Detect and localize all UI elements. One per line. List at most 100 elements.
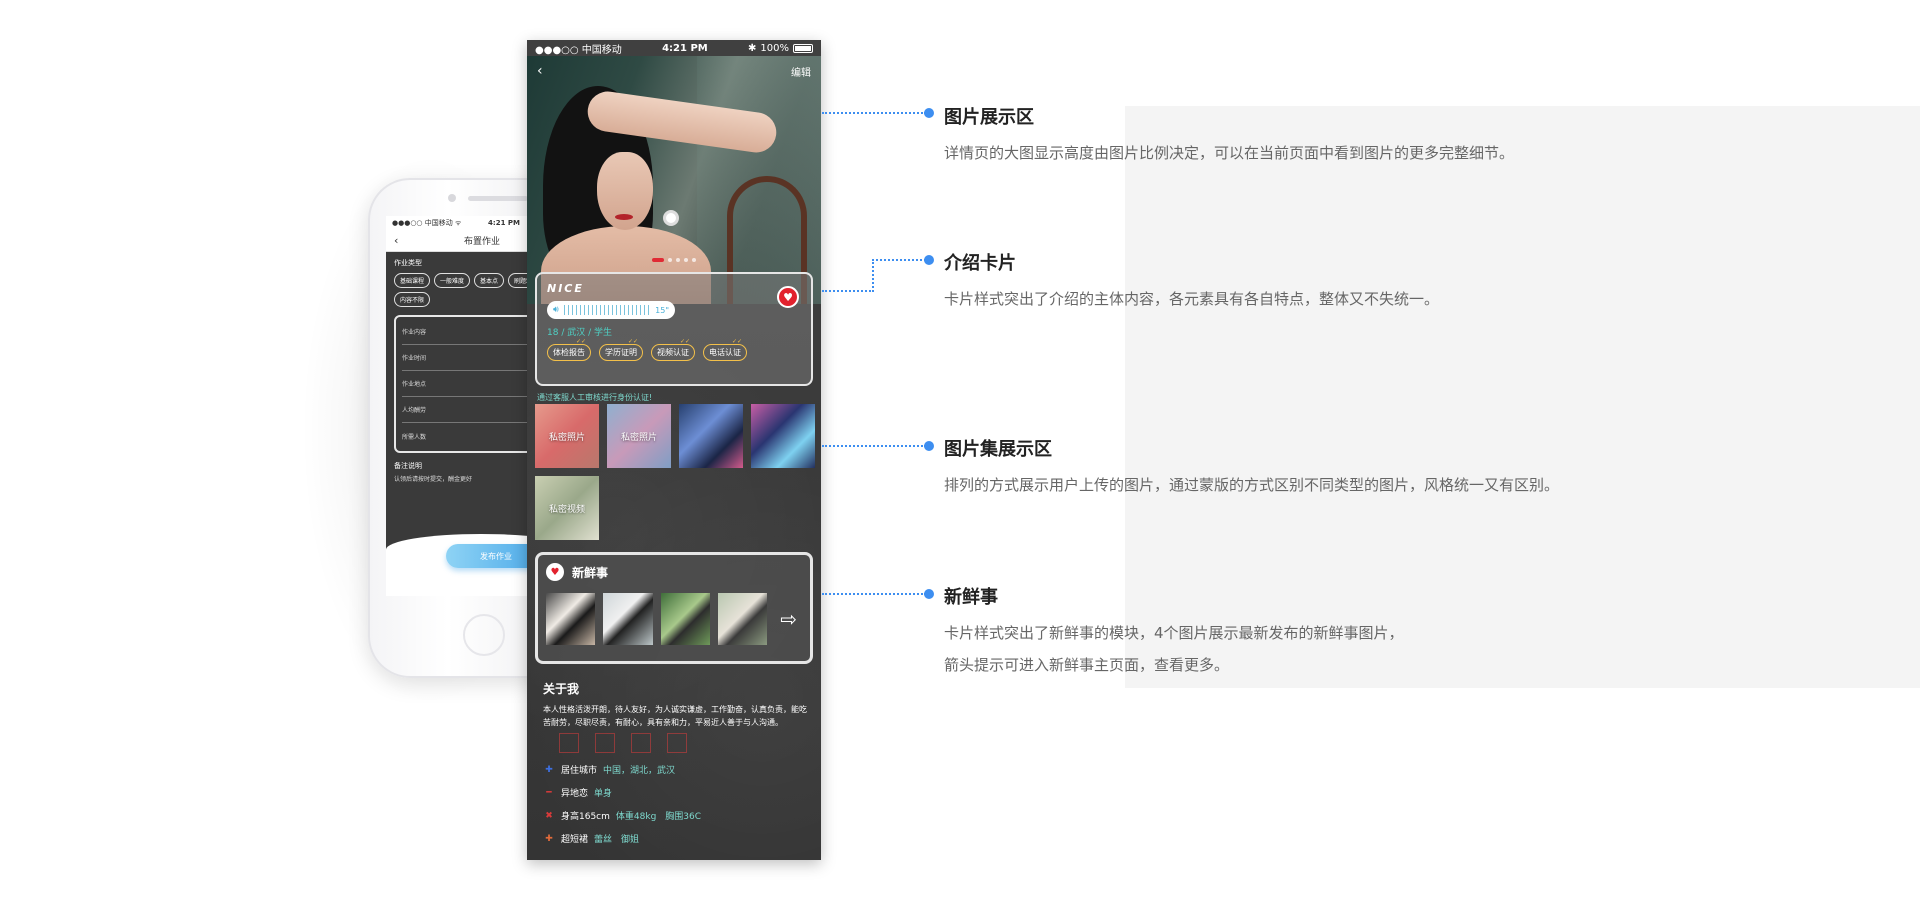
info-row-body: ✖ 身高165cm 体重48kg 胸围36C — [543, 809, 811, 823]
annotation-title-intro: 介绍卡片 — [944, 253, 1016, 274]
news-thumbnail[interactable] — [603, 593, 653, 645]
annotation-connector — [822, 445, 926, 447]
annotation-connector — [822, 290, 874, 292]
battery-icon — [793, 43, 813, 53]
info-row-city: ✚ 居住城市 中国，湖北，武汉 — [543, 763, 811, 777]
badge-education[interactable]: 学历证明 — [599, 338, 643, 361]
about-section: 关于我 本人性格活泼开朗，待人友好，为人诚实谦虚，工作勤奋，认真负责，能吃苦耐劳… — [543, 680, 811, 845]
annotation-desc-news-line1: 卡片样式突出了新鲜事的模块，4个图片展示最新发布的新鲜事图片， — [944, 624, 1404, 642]
earring-shape — [663, 210, 679, 226]
annotation-title-news: 新鲜事 — [944, 587, 998, 608]
news-thumbnail[interactable] — [660, 593, 711, 645]
profile-name: NICE — [547, 282, 584, 295]
annotation-desc-hero: 详情页的大图显示高度由图片比例决定，可以在当前页面中看到图片的更多完整细节。 — [944, 144, 1515, 162]
carrier-text: ●●●○○ 中国移动 ᯤ — [392, 219, 462, 227]
gallery-item-private-photo[interactable]: 私密照片 — [607, 404, 671, 468]
carrier-text: ●●●○○ 中国移动 — [535, 44, 622, 56]
carousel-dot[interactable] — [684, 258, 688, 262]
gallery-item-private-photo[interactable]: 私密照片 — [535, 404, 599, 468]
about-title: 关于我 — [543, 682, 580, 696]
gallery-row: 私密视频 — [535, 476, 815, 540]
info-label: 异地恋 — [561, 789, 589, 799]
carousel-dot[interactable] — [676, 258, 680, 262]
gallery-item-label: 私密照片 — [620, 432, 657, 443]
info-value: 蕾丝 御姐 — [594, 835, 640, 845]
carousel-dot[interactable] — [668, 258, 672, 262]
gallery-item-photo[interactable] — [751, 404, 815, 468]
background-panel — [1125, 106, 1920, 688]
type-tag[interactable]: 内容不限 — [394, 292, 431, 307]
annotation-desc-gallery: 排列的方式展示用户上传的图片，通过蒙版的方式区别不同类型的图片，风格统一又有区别… — [944, 476, 1560, 494]
annotation-title-hero: 图片展示区 — [944, 107, 1034, 128]
gallery-item-label: 私密视频 — [548, 504, 585, 515]
news-thumbnail[interactable] — [546, 593, 596, 645]
type-tag[interactable]: 基础课程 — [394, 273, 431, 288]
badge-phone[interactable]: 电话认证 — [703, 338, 747, 361]
carousel-dot[interactable] — [692, 258, 696, 262]
info-value: 单身 — [594, 789, 613, 799]
news-thumbnails: ⇨ — [546, 593, 802, 645]
annotation-connector — [822, 112, 926, 114]
info-row-style: ✚ 超短裙 蕾丝 御姐 — [543, 832, 811, 846]
back-arrow-icon[interactable]: ‹ — [394, 234, 434, 247]
form-row-label: 作业地点 — [402, 381, 427, 388]
intro-card: NICE ♥ 🔊︎ 15" 18 / 武汉 / 学生 体检报告 学历证明 视频认… — [535, 272, 813, 386]
speaker-icon: 🔊︎ — [553, 305, 559, 315]
gallery-row: 私密照片 私密照片 — [535, 404, 815, 468]
info-label: 超短裙 — [561, 835, 589, 845]
news-card[interactable]: ♥ 新鲜事 ⇨ — [535, 552, 813, 664]
status-right: ✱ 100% — [748, 43, 813, 54]
form-row-label: 作业内容 — [402, 329, 427, 336]
carousel-indicator — [527, 258, 821, 262]
back-arrow-icon[interactable]: ‹ — [537, 64, 543, 79]
hero-nav: ‹ 编辑 — [527, 64, 821, 79]
form-row-label: 所需人数 — [402, 433, 427, 441]
battery-percent: 100% — [760, 42, 789, 54]
home-button[interactable] — [463, 614, 505, 656]
camera-dot — [448, 194, 456, 202]
info-label: 居住城市 — [561, 766, 598, 776]
edit-button[interactable]: 编辑 — [791, 64, 811, 79]
type-tag[interactable]: 一般难度 — [434, 273, 471, 288]
badge-health-report[interactable]: 体检报告 — [547, 338, 591, 361]
form-row-label: 人均酬劳 — [402, 407, 427, 414]
gallery-item-label: 私密照片 — [548, 432, 585, 443]
hero-photo[interactable] — [527, 56, 821, 304]
bluetooth-icon: ✱ — [748, 42, 757, 54]
annotation-dot — [924, 589, 934, 599]
arrow-right-icon[interactable]: ⇨ — [775, 607, 802, 631]
verify-note: 通过客服人工审核进行身份认证! — [537, 393, 653, 402]
annotation-connector — [822, 593, 926, 595]
waveform — [563, 305, 651, 315]
annotation-dot — [924, 255, 934, 265]
news-thumbnail[interactable] — [718, 593, 768, 645]
type-tag[interactable]: 基本点 — [474, 273, 505, 288]
minus-icon: ━ — [546, 787, 552, 798]
plus-icon: ✚ — [545, 764, 553, 775]
annotation-title-gallery: 图片集展示区 — [944, 439, 1052, 460]
gallery-item-photo[interactable] — [679, 404, 743, 468]
status-time: 4:21 PM — [488, 219, 520, 227]
carousel-dot-active[interactable] — [652, 258, 664, 262]
chalk-decoration — [559, 733, 811, 753]
voice-duration: 15" — [655, 305, 669, 315]
heart-icon: ♥ — [546, 563, 564, 581]
speaker-slot — [468, 196, 528, 201]
heart-icon[interactable]: ♥ — [777, 286, 799, 308]
main-phone-screen: ●●●○○ 中国移动 4:21 PM ✱ 100% ‹ 编辑 NICE ♥ 🔊︎ — [527, 40, 821, 860]
plus-icon: ✚ — [545, 833, 553, 844]
news-title: 新鲜事 — [572, 565, 609, 580]
voice-message[interactable]: 🔊︎ 15" — [547, 301, 675, 319]
info-value: 体重48kg 胸围36C — [615, 812, 702, 822]
form-row-label: 作业时间 — [402, 355, 427, 362]
info-value: 中国，湖北，武汉 — [603, 766, 676, 776]
annotation-dot — [924, 441, 934, 451]
profile-meta: 18 / 武汉 / 学生 — [547, 328, 612, 338]
photo-gallery: 私密照片 私密照片 私密视频 — [535, 404, 815, 548]
annotation-connector — [872, 259, 874, 292]
news-header: ♥ 新鲜事 — [546, 563, 802, 581]
info-row-relationship: ━ 异地恋 单身 — [543, 786, 811, 800]
about-text: 本人性格活泼开朗，待人友好，为人诚实谦虚，工作勤奋，认真负责，能吃苦耐劳，尽职尽… — [543, 705, 807, 727]
badge-video[interactable]: 视频认证 — [651, 338, 695, 361]
gallery-item-private-video[interactable]: 私密视频 — [535, 476, 599, 540]
